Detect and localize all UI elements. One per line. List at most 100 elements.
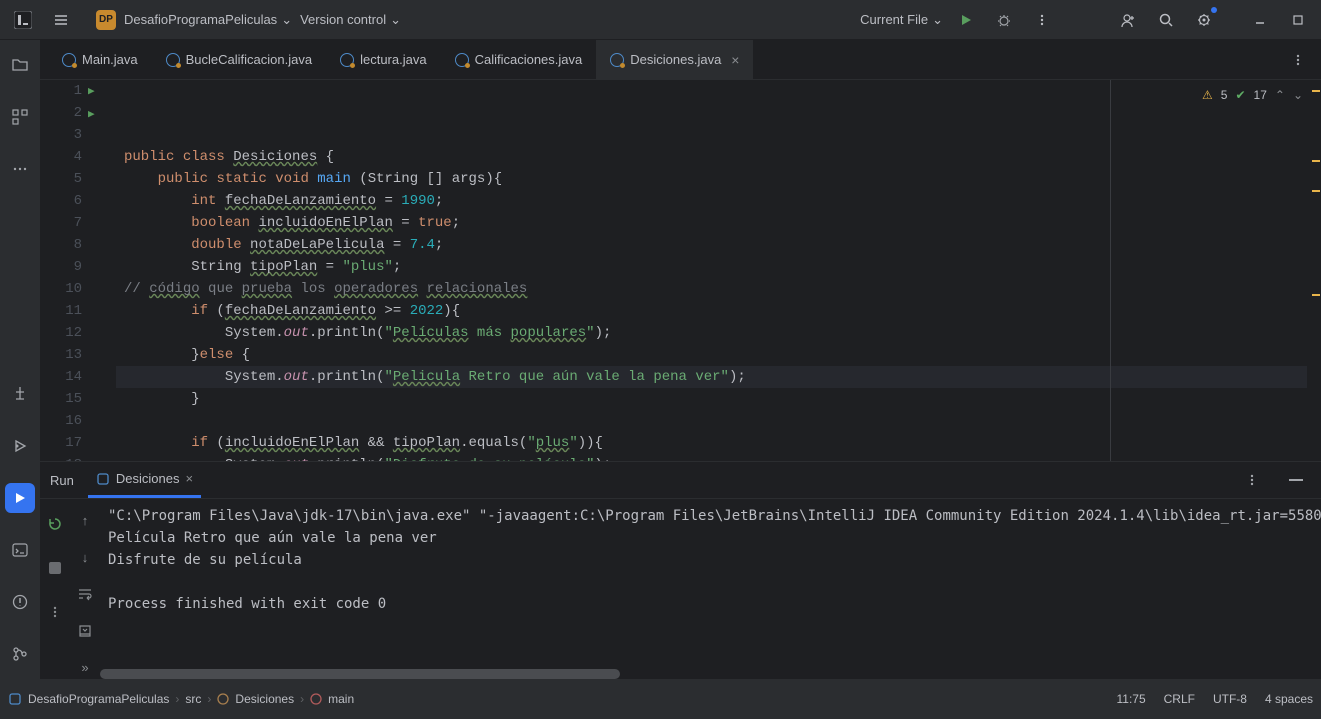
line-number[interactable]: 8 (46, 234, 82, 256)
close-icon[interactable]: × (185, 471, 193, 486)
debug-button[interactable] (989, 5, 1019, 35)
scroll-end-icon[interactable] (70, 619, 100, 642)
line-number[interactable]: 7 (46, 212, 82, 234)
project-selector[interactable]: DesafioProgramaPeliculas ⌄ (124, 12, 292, 28)
run-gutter[interactable]: ▶▶ (88, 80, 116, 461)
run-tool-icon[interactable] (5, 483, 35, 513)
code-line[interactable]: System.out.println("Pelicula Retro que a… (116, 366, 1307, 388)
editor-tab[interactable]: Main.java (48, 40, 152, 80)
breadcrumb-item[interactable]: DesafioProgramaPeliculas (28, 692, 169, 706)
inspection-widget[interactable]: ⚠5 ✔17 ⌃ ⌄ (1202, 88, 1303, 102)
code-line[interactable]: public class Desiciones { (116, 146, 1307, 168)
code-line[interactable]: }else { (116, 344, 1307, 366)
services-tool-icon[interactable] (5, 431, 35, 461)
editor-tab[interactable]: lectura.java (326, 40, 440, 80)
more-icon[interactable] (1027, 5, 1057, 35)
hamburger-icon[interactable] (46, 5, 76, 35)
code-line[interactable]: System.out.println("Películas más popula… (116, 322, 1307, 344)
code-line[interactable]: // código que prueba los operadores rela… (116, 278, 1307, 300)
expand-icon[interactable]: » (70, 656, 100, 679)
search-icon[interactable] (1151, 5, 1181, 35)
breadcrumb-item[interactable]: main (328, 692, 354, 706)
console-more-icon[interactable] (40, 597, 70, 627)
settings-icon[interactable] (1189, 5, 1219, 35)
line-separator[interactable]: CRLF (1164, 692, 1195, 706)
editor-tab[interactable]: BucleCalificacion.java (152, 40, 326, 80)
up-trace-icon[interactable]: ↑ (70, 509, 100, 532)
code-line[interactable]: double notaDeLaPelicula = 7.4; (116, 234, 1307, 256)
right-margin-line (1110, 80, 1111, 461)
code-area[interactable]: public class Desiciones { public static … (116, 80, 1307, 461)
run-panel-more-icon[interactable] (1237, 465, 1267, 495)
soft-wrap-icon[interactable] (70, 583, 100, 606)
tabs-more-icon[interactable] (1283, 45, 1313, 75)
terminal-tool-icon[interactable] (5, 535, 35, 565)
error-stripe[interactable] (1307, 80, 1321, 461)
line-number[interactable]: 5 (46, 168, 82, 190)
file-encoding[interactable]: UTF-8 (1213, 692, 1247, 706)
breadcrumbs[interactable]: DesafioProgramaPeliculas › src › Desicio… (8, 692, 354, 706)
down-trace-icon[interactable]: ↓ (70, 546, 100, 569)
rerun-icon[interactable] (40, 509, 70, 539)
horizontal-scrollbar[interactable] (100, 669, 1321, 679)
breadcrumb-item[interactable]: Desiciones (235, 692, 294, 706)
hide-panel-icon[interactable] (1281, 465, 1311, 495)
line-number[interactable]: 1 (46, 80, 82, 102)
project-name-label: DesafioProgramaPeliculas (124, 12, 277, 27)
line-number[interactable]: 2 (46, 102, 82, 124)
code-line[interactable]: boolean incluidoEnElPlan = true; (116, 212, 1307, 234)
breadcrumb-item[interactable]: src (185, 692, 201, 706)
run-config-selector[interactable]: Current File ⌄ (860, 12, 943, 28)
build-tool-icon[interactable] (5, 379, 35, 409)
line-number[interactable]: 9 (46, 256, 82, 278)
more-tool-icon[interactable] (5, 154, 35, 184)
tab-label: BucleCalificacion.java (186, 52, 312, 67)
code-line[interactable]: } (116, 388, 1307, 410)
indent-setting[interactable]: 4 spaces (1265, 692, 1313, 706)
editor-tabs: Main.java BucleCalificacion.java lectura.j… (40, 40, 1321, 80)
structure-tool-icon[interactable] (5, 102, 35, 132)
minimize-icon[interactable] (1245, 5, 1275, 35)
code-line[interactable]: String tipoPlan = "plus"; (116, 256, 1307, 278)
line-number[interactable]: 12 (46, 322, 82, 344)
line-number[interactable]: 16 (46, 410, 82, 432)
ide-logo-icon[interactable] (8, 5, 38, 35)
gutter-run-icon[interactable]: ▶ (88, 80, 116, 103)
chevron-down-icon[interactable]: ⌄ (1293, 88, 1303, 102)
stop-icon[interactable] (40, 553, 70, 583)
code-line[interactable]: public static void main (String [] args)… (116, 168, 1307, 190)
line-number[interactable]: 18 (46, 454, 82, 461)
line-number[interactable]: 17 (46, 432, 82, 454)
restore-icon[interactable] (1283, 5, 1313, 35)
project-tool-icon[interactable] (5, 50, 35, 80)
editor-tab[interactable]: Desiciones.java× (596, 40, 753, 80)
editor[interactable]: 123456789101112131415161718 ▶▶ public cl… (40, 80, 1321, 461)
version-control-menu[interactable]: Version control ⌄ (300, 12, 401, 28)
line-number[interactable]: 14 (46, 366, 82, 388)
line-number[interactable]: 10 (46, 278, 82, 300)
vcs-tool-icon[interactable] (5, 639, 35, 669)
caret-position[interactable]: 11:75 (1116, 692, 1145, 706)
console-output[interactable]: "C:\Program Files\Java\jdk-17\bin\java.e… (100, 499, 1321, 669)
top-bar: DP DesafioProgramaPeliculas ⌄ Version co… (0, 0, 1321, 40)
gutter-run-icon[interactable]: ▶ (88, 103, 116, 126)
line-number[interactable]: 15 (46, 388, 82, 410)
line-number[interactable]: 3 (46, 124, 82, 146)
code-line[interactable]: int fechaDeLanzamiento = 1990; (116, 190, 1307, 212)
line-number[interactable]: 6 (46, 190, 82, 212)
code-line[interactable] (116, 410, 1307, 432)
code-with-me-icon[interactable] (1113, 5, 1143, 35)
editor-tab[interactable]: Calificaciones.java (441, 40, 597, 80)
problems-tool-icon[interactable] (5, 587, 35, 617)
line-number[interactable]: 11 (46, 300, 82, 322)
close-icon[interactable]: × (731, 52, 739, 68)
run-button[interactable] (951, 5, 981, 35)
left-toolbar (0, 40, 40, 679)
line-number[interactable]: 4 (46, 146, 82, 168)
code-line[interactable]: if (incluidoEnElPlan && tipoPlan.equals(… (116, 432, 1307, 454)
line-number[interactable]: 13 (46, 344, 82, 366)
run-config-tab[interactable]: Desiciones × (88, 462, 201, 498)
code-line[interactable]: System.out.println("Disfrute de su pelíc… (116, 454, 1307, 461)
code-line[interactable]: if (fechaDeLanzamiento >= 2022){ (116, 300, 1307, 322)
chevron-up-icon[interactable]: ⌃ (1275, 88, 1285, 102)
